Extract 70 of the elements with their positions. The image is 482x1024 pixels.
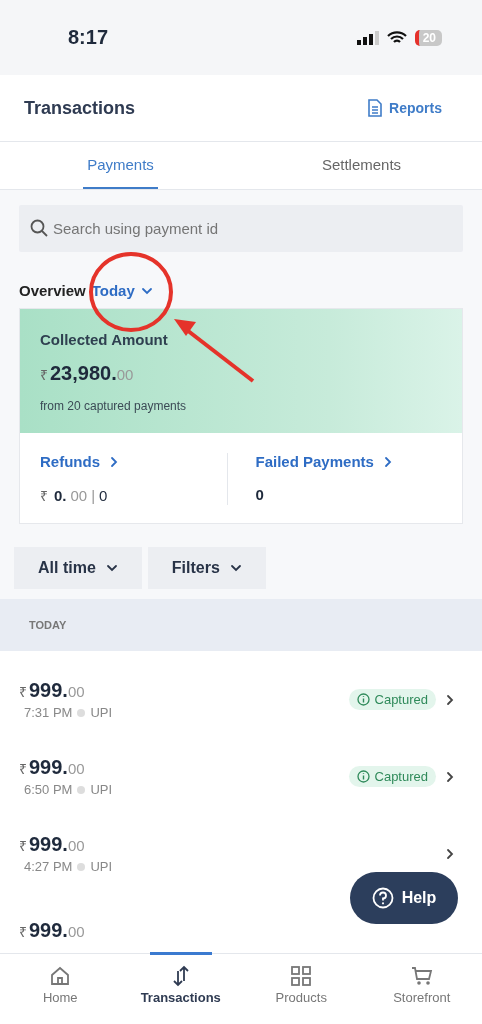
chevron-right-icon [446, 770, 454, 783]
payment-time: 6:50 PM [24, 782, 73, 797]
dot-separator [77, 708, 86, 717]
amount: 999. [29, 756, 68, 779]
info-icon [356, 693, 370, 706]
amount-decimals: 00 [67, 760, 85, 777]
nav-tab[interactable]: Storefront [361, 952, 482, 1024]
payment-method: UPI [90, 782, 113, 797]
payment-time: 4:27 PM [24, 859, 73, 874]
question-icon [371, 887, 394, 909]
chevron-right-icon [110, 455, 118, 468]
card-title: Collected Amount [40, 331, 169, 348]
search-field[interactable]: Search using payment id [19, 205, 463, 252]
separator: | [91, 487, 96, 504]
chevron-down-icon [140, 286, 153, 295]
amount: 0. [54, 487, 67, 504]
nav-tab[interactable]: Home [0, 952, 121, 1024]
filter-dropdown[interactable]: Filters [147, 547, 266, 589]
dot-separator [77, 785, 86, 794]
rupee-symbol: ₹ [19, 683, 27, 701]
overview-label: Overview [19, 282, 86, 299]
wifi-icon [386, 30, 407, 45]
status-badge: Captured [348, 766, 436, 787]
tab[interactable]: Settlements [317, 142, 406, 189]
chevron-down-icon [105, 564, 118, 572]
dot-separator [77, 862, 86, 871]
help-button[interactable]: Help [350, 872, 458, 924]
amount-decimals: 00 [116, 366, 134, 383]
chevron-right-icon [383, 455, 392, 468]
rupee-symbol: ₹ [40, 366, 48, 384]
rupee-symbol: ₹ [19, 760, 27, 778]
refund-count: 0 [99, 487, 108, 504]
document-icon [367, 99, 384, 117]
amount: 999. [29, 919, 68, 942]
payment-method: UPI [90, 705, 113, 720]
failed-payments-link[interactable]: Failed Payments [255, 453, 442, 470]
status-badge: Captured [348, 689, 436, 710]
amount-decimals: 00 [67, 683, 85, 700]
refunds-link[interactable]: Refunds [40, 453, 227, 470]
rupee-symbol: ₹ [40, 487, 48, 505]
payment-method: UPI [90, 859, 113, 874]
info-icon [356, 770, 370, 783]
search-icon [30, 219, 48, 237]
status-time: 8:17 [68, 26, 109, 49]
signal-icon [356, 30, 379, 45]
amount-decimals: 00 [70, 487, 88, 504]
nav-tab[interactable]: Products [241, 952, 362, 1024]
payments-note: from 20 captured payments [40, 399, 188, 413]
filter-dropdown[interactable]: All time [14, 547, 142, 589]
reports-button[interactable]: Reports [361, 98, 448, 118]
section-header: TODAY [0, 599, 482, 651]
payment-time: 7:31 PM [24, 705, 73, 720]
rupee-symbol: ₹ [19, 923, 27, 941]
amount: 999. [29, 679, 68, 702]
rupee-symbol: ₹ [19, 837, 27, 855]
home-icon [49, 965, 72, 987]
amount-decimals: 00 [67, 837, 85, 854]
amount: 999. [29, 833, 68, 856]
chevron-right-icon [446, 847, 454, 860]
amount-decimals: 00 [67, 923, 85, 940]
grid-icon [290, 965, 313, 987]
tab[interactable]: Payments [83, 142, 158, 189]
cart-icon [410, 965, 433, 987]
period-dropdown[interactable]: Today [91, 282, 153, 299]
chevron-right-icon [446, 693, 454, 706]
nav-tab[interactable]: Transactions [120, 952, 241, 1024]
failed-count: 0 [255, 486, 264, 503]
amount: 23,980. [50, 362, 117, 385]
page-title: Transactions [24, 97, 136, 119]
chevron-down-icon [229, 564, 242, 572]
